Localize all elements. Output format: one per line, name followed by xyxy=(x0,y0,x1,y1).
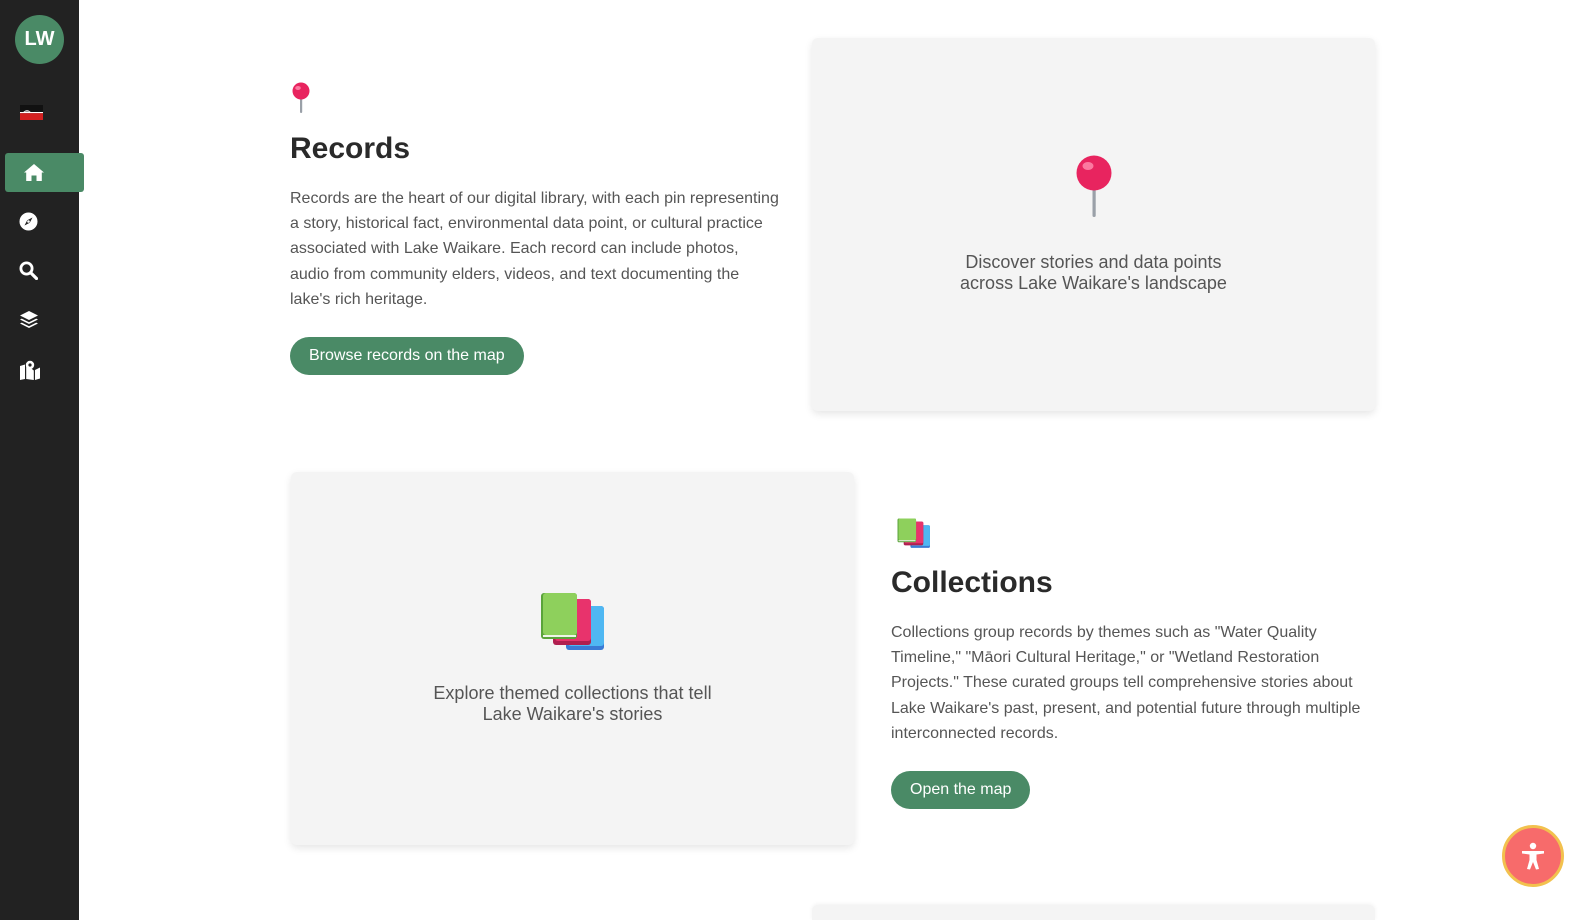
collections-card: Explore themed collections that tell Lak… xyxy=(291,472,854,845)
layers-icon xyxy=(20,311,38,328)
compass-icon xyxy=(19,212,38,231)
records-description: Records are the heart of our digital lib… xyxy=(290,190,779,308)
books-icon xyxy=(897,518,931,554)
sidebar: LW xyxy=(0,0,84,920)
nav-search[interactable] xyxy=(0,251,79,290)
accessibility-button[interactable] xyxy=(1502,825,1564,887)
home-icon xyxy=(24,164,44,181)
collections-card-caption: Explore themed collections that tell Lak… xyxy=(433,683,712,724)
records-title: Records xyxy=(290,132,411,165)
round-pushpin-icon xyxy=(290,82,312,120)
records-card: Discover stories and data points across … xyxy=(812,38,1375,411)
user-avatar[interactable]: LW xyxy=(15,15,64,64)
search-icon xyxy=(19,261,38,280)
collections-title: Collections xyxy=(891,566,1053,599)
collections-description: Collections group records by themes such… xyxy=(891,624,1361,742)
open-map-button[interactable]: Open the map xyxy=(891,771,1031,809)
next-card-edge xyxy=(812,905,1375,920)
books-icon xyxy=(540,592,606,657)
nav-home[interactable] xyxy=(5,153,84,192)
nav-explore[interactable] xyxy=(0,202,79,241)
nav-map[interactable] xyxy=(0,350,79,389)
accessibility-icon xyxy=(1522,842,1544,870)
records-card-caption: Discover stories and data points across … xyxy=(960,252,1227,293)
main-content: Records Records are the heart of our dig… xyxy=(79,0,1591,920)
tino-rangatiratanga-flag-icon[interactable] xyxy=(20,105,43,120)
nav-layers[interactable] xyxy=(0,300,79,339)
map-marker-icon xyxy=(20,360,40,380)
browse-records-button[interactable]: Browse records on the map xyxy=(290,337,524,375)
round-pushpin-icon xyxy=(1074,155,1114,224)
